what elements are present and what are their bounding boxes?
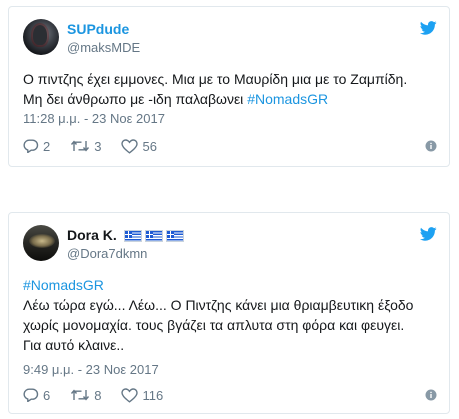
greece-flag-icon xyxy=(123,230,142,242)
greece-flag-icon xyxy=(144,230,163,242)
action-bar: 6 8 116 xyxy=(23,386,437,404)
info-icon[interactable] xyxy=(425,140,437,152)
info-icon[interactable] xyxy=(425,389,437,401)
reply-button[interactable]: 2 xyxy=(23,139,50,154)
display-name[interactable]: SUPdude xyxy=(67,21,140,38)
heart-icon xyxy=(121,387,139,403)
author-block: Dora K. @Dora7dkmn xyxy=(67,227,184,262)
timestamp[interactable]: 9:49 μ.μ. - 23 Νοε 2017 xyxy=(23,362,159,378)
tweet-card[interactable]: SUPdude @maksMDE Ο πιντζης έχει εμμονες.… xyxy=(8,6,450,167)
reply-icon xyxy=(23,139,39,153)
tweet-text-line: χωρίς μονομαχία. τους βγάζει τα απλυτα σ… xyxy=(23,317,405,333)
tweet-text-line: Για αυτό κλαινε.. xyxy=(23,337,125,353)
twitter-bird-icon[interactable] xyxy=(420,227,437,241)
avatar[interactable] xyxy=(23,225,59,261)
hashtag-link[interactable]: #NomadsGR xyxy=(247,91,328,107)
retweet-count: 8 xyxy=(94,387,102,403)
like-count: 116 xyxy=(142,387,164,403)
twitter-bird-icon[interactable] xyxy=(420,21,437,35)
tweet-text-segment: Μη δει άνθρωπο με -ιδη παλαβωνει xyxy=(23,91,248,107)
handle[interactable]: @maksMDE xyxy=(67,39,140,56)
retweet-button[interactable]: 8 xyxy=(70,388,101,403)
retweet-icon xyxy=(71,389,90,401)
tweet-text: Ο πιντζης έχει εμμονες. Μια με το Μαυρίδ… xyxy=(23,69,443,109)
tweet-text-line: Μη δει άνθρωπο με -ιδη παλαβωνει #Nomads… xyxy=(23,89,443,109)
reply-count: 6 xyxy=(43,387,51,403)
tweet-text: #NomadsGR Λέω τώρα εγώ... Λέω... Ο Πιντζ… xyxy=(23,275,443,355)
tweet-text-line: Λέω τώρα εγώ... Λέω... Ο Πιντζης κάνει μ… xyxy=(23,297,414,313)
action-bar: 2 3 56 xyxy=(23,137,437,155)
author-block: SUPdude @maksMDE xyxy=(67,21,140,56)
reply-count: 2 xyxy=(43,138,51,154)
reply-icon xyxy=(23,388,39,402)
like-button[interactable]: 116 xyxy=(121,388,163,403)
tweet-card[interactable]: Dora K. @Dora7dkmn #NomadsGR Λέω τώρα εγ… xyxy=(8,212,450,414)
timestamp[interactable]: 11:28 μ.μ. - 23 Νοε 2017 xyxy=(23,111,165,127)
handle[interactable]: @Dora7dkmn xyxy=(67,245,184,262)
retweet-count: 3 xyxy=(94,138,102,154)
reply-button[interactable]: 6 xyxy=(23,388,50,403)
display-name-row: Dora K. xyxy=(67,227,184,244)
avatar[interactable] xyxy=(23,19,59,55)
hashtag-link[interactable]: #NomadsGR xyxy=(23,275,443,295)
retweet-icon xyxy=(71,140,90,152)
tweet-text-line: Ο πιντζης έχει εμμονες. Μια με το Μαυρίδ… xyxy=(23,71,408,87)
greece-flag-icon xyxy=(165,230,184,242)
like-count: 56 xyxy=(142,138,157,154)
retweet-button[interactable]: 3 xyxy=(70,139,101,154)
heart-icon xyxy=(121,138,139,154)
display-name[interactable]: Dora K. xyxy=(67,227,117,243)
like-button[interactable]: 56 xyxy=(121,138,157,154)
